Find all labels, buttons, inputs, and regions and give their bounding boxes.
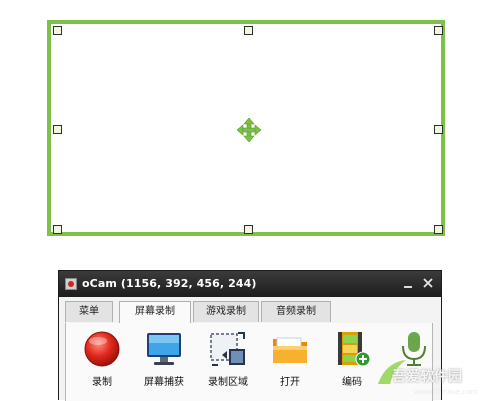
record-area-button[interactable]: 录制区域 [200,329,256,397]
resize-handle-bottom-left[interactable] [53,225,62,234]
tab-label: 屏幕录制 [135,306,175,317]
ocam-app-icon [65,278,77,290]
move-icon[interactable] [237,118,261,142]
tab-label: 音频录制 [276,306,316,317]
tool-label: 打开 [280,377,300,388]
monitor-icon [147,333,181,365]
resize-handle-bottom-middle[interactable] [244,225,253,234]
tool-label: 录制 [92,377,112,388]
site-watermark: 吾爱软件园 www.52zixue.com [372,344,500,400]
codec-icon [338,332,371,367]
record-icon [84,331,120,367]
tool-label: 屏幕捕获 [144,377,184,388]
mode-tabs: 菜单 屏幕录制 游戏录制 音频录制 [65,301,433,324]
close-icon [423,278,433,288]
tab-audio-recording[interactable]: 音频录制 [261,301,331,322]
window-title: oCam (1156, 392, 456, 244) [82,277,257,290]
record-button[interactable]: 录制 [74,329,130,397]
title-bar[interactable]: oCam (1156, 392, 456, 244) [59,271,441,297]
resize-handle-top-middle[interactable] [244,26,253,35]
resize-handle-middle-right[interactable] [434,125,443,134]
record-area-icon [210,332,245,366]
folder-icon [273,337,307,363]
watermark-url: www.52zixue.com [414,388,478,396]
tab-game-recording[interactable]: 游戏录制 [193,301,259,322]
tab-menu[interactable]: 菜单 [65,301,113,322]
resize-handle-top-right[interactable] [434,26,443,35]
minimize-button[interactable] [399,274,417,292]
tab-screen-recording[interactable]: 屏幕录制 [119,301,191,324]
resize-handle-top-left[interactable] [53,26,62,35]
close-button[interactable] [419,274,437,292]
resize-handle-middle-left[interactable] [53,125,62,134]
screen-capture-button[interactable]: 屏幕捕获 [136,329,192,397]
tab-label: 游戏录制 [206,306,246,317]
tab-label: 菜单 [79,306,99,317]
tool-label: 录制区域 [208,377,248,388]
resize-handle-bottom-right[interactable] [434,225,443,234]
watermark-text: 吾爱软件园 [392,369,462,385]
open-button[interactable]: 打开 [262,329,318,397]
